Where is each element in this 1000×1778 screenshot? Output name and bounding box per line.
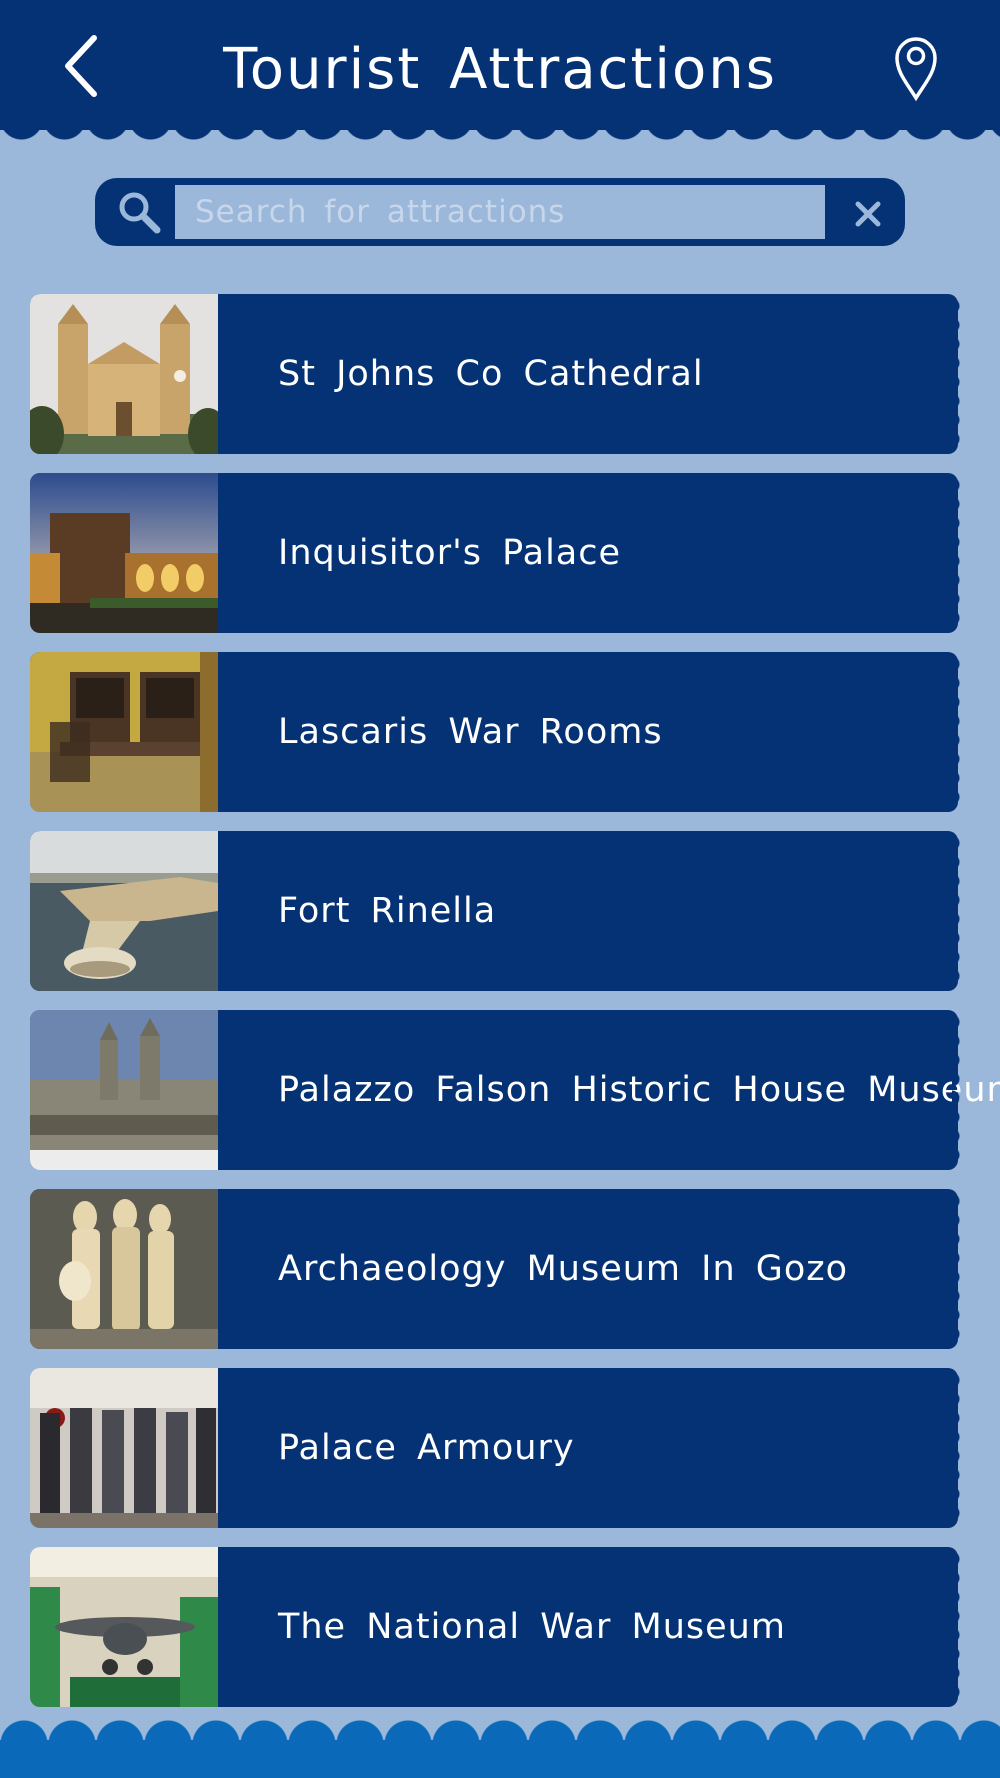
search-bar (95, 178, 905, 246)
search-icon (119, 192, 161, 234)
attractions-list: St Johns Co Cathedral Inquisitor's Palac… (30, 294, 1000, 1726)
map-pin-icon (895, 37, 937, 102)
list-item[interactable]: Inquisitor's Palace (30, 473, 964, 633)
attraction-name: Archaeology Museum In Gozo (278, 1249, 849, 1289)
footer-wave-border (0, 1720, 1000, 1742)
palace-thumbnail (30, 473, 218, 633)
list-item[interactable]: The National War Museum (30, 1547, 964, 1707)
close-icon[interactable] (850, 196, 886, 232)
archaeology-thumbnail (30, 1189, 218, 1349)
attraction-name: St Johns Co Cathedral (278, 354, 704, 394)
cathedral-thumbnail (30, 294, 218, 454)
list-item[interactable]: Fort Rinella (30, 831, 964, 991)
attraction-name: Lascaris War Rooms (278, 712, 663, 752)
fort-thumbnail (30, 831, 218, 991)
back-button[interactable] (58, 30, 108, 102)
app-header: Tourist Attractions (0, 0, 1000, 130)
list-item[interactable]: Lascaris War Rooms (30, 652, 964, 812)
page-title: Tourist Attractions (223, 37, 777, 102)
header-wave-border (0, 118, 1000, 152)
search-input[interactable] (175, 185, 825, 239)
attraction-name: The National War Museum (278, 1607, 786, 1647)
list-item[interactable]: Archaeology Museum In Gozo (30, 1189, 964, 1349)
list-item[interactable]: St Johns Co Cathedral (30, 294, 964, 454)
map-button[interactable] (892, 34, 940, 102)
chevron-left-icon (65, 35, 97, 97)
footer-bar (0, 1740, 1000, 1778)
war-rooms-thumbnail (30, 652, 218, 812)
list-item[interactable]: Palazzo Falson Historic House Museum (30, 1010, 1000, 1170)
palazzo-thumbnail (30, 1010, 218, 1170)
war-museum-thumbnail (30, 1547, 218, 1707)
attraction-name: Fort Rinella (278, 891, 497, 931)
list-item[interactable]: Palace Armoury (30, 1368, 964, 1528)
armoury-thumbnail (30, 1368, 218, 1528)
attraction-name: Inquisitor's Palace (278, 533, 622, 573)
attraction-name: Palazzo Falson Historic House Museum (278, 1070, 1000, 1110)
attraction-name: Palace Armoury (278, 1428, 575, 1468)
